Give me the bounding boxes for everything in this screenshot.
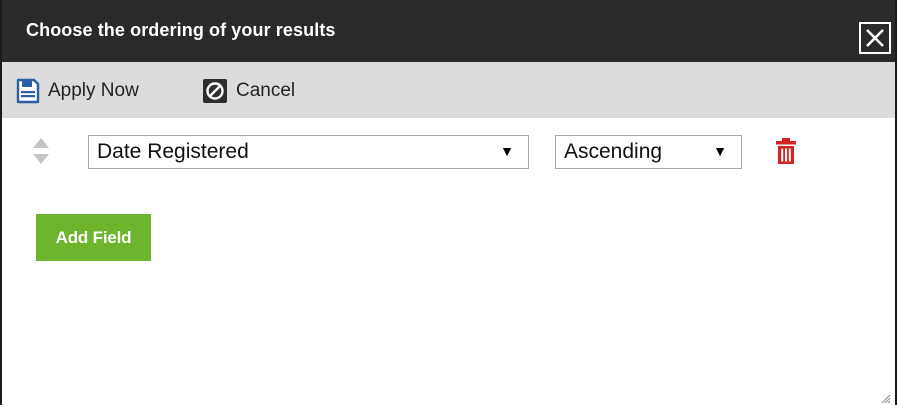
add-field-button[interactable]: Add Field	[36, 214, 151, 261]
resize-grip-icon[interactable]	[879, 391, 891, 404]
dropdown-arrow-icon: ▼	[500, 143, 514, 159]
dialog-title: Choose the ordering of your results	[26, 20, 336, 40]
drag-handle-icon[interactable]	[32, 136, 50, 166]
sort-field-value: Date Registered	[97, 140, 249, 163]
dropdown-arrow-icon: ▼	[713, 143, 727, 159]
dialog-titlebar: Choose the ordering of your results	[2, 0, 895, 62]
sort-direction-select[interactable]: Ascending ▼	[555, 135, 742, 169]
dialog-toolbar: Apply Now Cancel	[2, 62, 895, 118]
close-button[interactable]	[859, 22, 891, 54]
sort-dialog: Choose the ordering of your results Appl…	[0, 0, 897, 405]
cancel-icon	[202, 78, 228, 104]
delete-sort-button[interactable]	[775, 137, 797, 165]
save-icon	[16, 78, 40, 104]
apply-now-label: Apply Now	[48, 80, 139, 101]
sort-direction-value: Ascending	[564, 140, 663, 163]
apply-now-button[interactable]: Apply Now	[16, 78, 139, 104]
trash-icon	[776, 138, 796, 164]
close-icon	[866, 29, 884, 47]
dialog-content: Date Registered ▼ Ascending ▼ Add Field	[2, 118, 895, 405]
cancel-label: Cancel	[236, 80, 296, 101]
cancel-button[interactable]: Cancel	[202, 78, 295, 104]
sort-field-select[interactable]: Date Registered ▼	[88, 135, 529, 169]
